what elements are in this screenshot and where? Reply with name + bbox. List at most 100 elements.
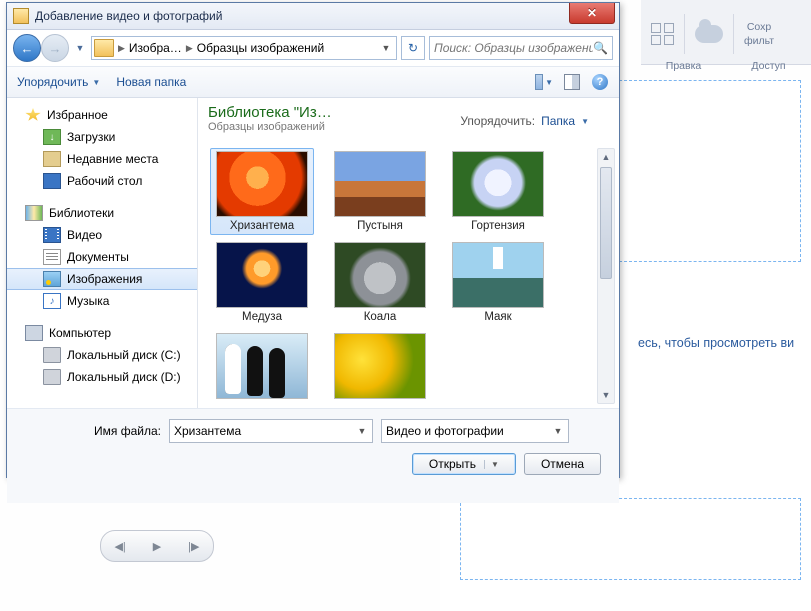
tree-downloads[interactable]: Загрузки (7, 126, 197, 148)
help-button[interactable]: ? (591, 73, 609, 91)
ribbon-group-access: Доступ (726, 60, 811, 78)
prev-frame-button[interactable]: ◀| (114, 540, 125, 553)
tree-label: Видео (67, 228, 102, 242)
play-button[interactable]: ▶ (153, 540, 161, 553)
file-label: Маяк (484, 311, 511, 323)
tree-favorites[interactable]: Избранное (7, 104, 197, 126)
playback-controls: ◀| ▶ |▶ (100, 530, 214, 562)
thumbnail-image (334, 151, 426, 217)
tree-videos[interactable]: Видео (7, 224, 197, 246)
image-icon (43, 271, 61, 287)
ribbon-filter-label: фильт (744, 35, 774, 47)
new-folder-button[interactable]: Новая папка (116, 75, 186, 89)
open-label: Открыть (429, 457, 476, 471)
dialog-title: Добавление видео и фотографий (35, 9, 222, 23)
sort-label: Упорядочить: (460, 114, 535, 128)
chevron-down-icon[interactable]: ▼ (354, 422, 370, 440)
refresh-button[interactable]: ↻ (401, 36, 425, 60)
preview-pane-button[interactable] (563, 73, 581, 91)
tree-label: Документы (67, 250, 129, 264)
scroll-up-button[interactable]: ▲ (598, 149, 614, 165)
file-item-chrysanthemum[interactable]: Хризантема (210, 148, 314, 235)
filetype-value: Видео и фотографии (386, 424, 504, 438)
sort-value[interactable]: Папка (541, 114, 575, 128)
tree-computer[interactable]: Компьютер (7, 322, 197, 344)
search-icon[interactable]: 🔍 (593, 41, 608, 55)
search-box[interactable]: 🔍 (429, 36, 613, 60)
breadcrumb-level1[interactable]: Изобра… (129, 41, 182, 55)
file-label: Хризантема (230, 220, 294, 232)
address-dropdown[interactable]: ▼ (378, 39, 394, 57)
organize-label: Упорядочить (17, 75, 88, 89)
next-frame-button[interactable]: |▶ (188, 540, 199, 553)
recent-icon (43, 151, 61, 167)
open-button[interactable]: Открыть ▼ (412, 453, 516, 475)
filename-value: Хризантема (174, 424, 241, 438)
storyboard-dropzone-2[interactable] (460, 498, 801, 580)
app-icon (13, 8, 29, 24)
thumbnail-image (334, 333, 426, 399)
close-button[interactable]: ✕ (569, 3, 615, 24)
address-bar[interactable]: ▶ Изобра… ▶ Образцы изображений ▼ (91, 36, 397, 60)
tree-pictures[interactable]: Изображения (7, 268, 197, 290)
thumbnail-image (452, 242, 544, 308)
preview-hint-text: есь, чтобы просмотреть ви (638, 336, 794, 350)
filetype-combo[interactable]: Видео и фотографии ▼ (381, 419, 569, 443)
search-input[interactable] (434, 41, 593, 55)
file-item-tulips[interactable] (328, 330, 432, 402)
scroll-down-button[interactable]: ▼ (598, 387, 614, 403)
tree-label: Библиотеки (49, 206, 114, 220)
tree-libraries[interactable]: Библиотеки (7, 202, 197, 224)
view-mode-button[interactable]: ▼ (535, 73, 553, 91)
tree-disk-d[interactable]: Локальный диск (D:) (7, 366, 197, 388)
filename-combo[interactable]: Хризантема ▼ (169, 419, 373, 443)
file-label: Гортензия (471, 220, 525, 232)
thumbnail-image (216, 242, 308, 308)
libraries-icon (25, 205, 43, 221)
vertical-scrollbar[interactable]: ▲ ▼ (597, 148, 615, 404)
chevron-down-icon[interactable]: ▼ (581, 117, 589, 126)
tree-music[interactable]: ♪Музыка (7, 290, 197, 312)
file-item-jellyfish[interactable]: Медуза (210, 239, 314, 326)
document-icon (43, 249, 61, 265)
content-pane: Библиотека "Из… Образцы изображений Упор… (198, 98, 619, 408)
back-button[interactable]: ← (13, 34, 41, 62)
organize-button[interactable]: Упорядочить ▼ (17, 75, 100, 89)
chevron-right-icon[interactable]: ▶ (118, 43, 125, 54)
tree-documents[interactable]: Документы (7, 246, 197, 268)
tree-label: Избранное (47, 108, 108, 122)
dialog-footer: Имя файла: Хризантема ▼ Видео и фотограф… (7, 408, 619, 503)
file-item-desert[interactable]: Пустыня (328, 148, 432, 235)
breadcrumb-level2[interactable]: Образцы изображений (197, 41, 324, 55)
ribbon-save-button[interactable]: Сохр фильт (734, 21, 784, 47)
thumbnail-image (216, 151, 308, 217)
dialog-titlebar[interactable]: Добавление видео и фотографий ✕ (7, 3, 619, 30)
thumbnail-image (216, 333, 308, 399)
folder-icon (94, 39, 114, 57)
desktop-icon (43, 173, 61, 189)
history-dropdown[interactable]: ▼ (73, 38, 87, 58)
scroll-thumb[interactable] (600, 167, 612, 279)
thumbnails-icon (535, 74, 543, 90)
navigation-tree: Избранное Загрузки Недавние места Рабочи… (7, 98, 198, 408)
ribbon-fragment: Сохр фильт (641, 0, 811, 65)
tree-disk-c[interactable]: Локальный диск (C:) (7, 344, 197, 366)
file-label: Медуза (242, 311, 282, 323)
ribbon-cloud-button[interactable] (685, 25, 733, 43)
file-item-koala[interactable]: Коала (328, 239, 432, 326)
open-split-dropdown[interactable]: ▼ (484, 460, 499, 469)
forward-button: → (41, 34, 69, 62)
tree-recent[interactable]: Недавние места (7, 148, 197, 170)
disk-icon (43, 369, 61, 385)
file-item-penguins[interactable] (210, 330, 314, 402)
chevron-right-icon[interactable]: ▶ (186, 43, 193, 54)
tree-label: Компьютер (49, 326, 111, 340)
computer-icon (25, 325, 43, 341)
file-item-hydrangea[interactable]: Гортензия (446, 148, 550, 235)
tree-label: Загрузки (67, 130, 115, 144)
chevron-down-icon[interactable]: ▼ (550, 422, 566, 440)
file-item-lighthouse[interactable]: Маяк (446, 239, 550, 326)
cancel-button[interactable]: Отмена (524, 453, 601, 475)
file-label: Коала (364, 311, 397, 323)
tree-desktop[interactable]: Рабочий стол (7, 170, 197, 192)
